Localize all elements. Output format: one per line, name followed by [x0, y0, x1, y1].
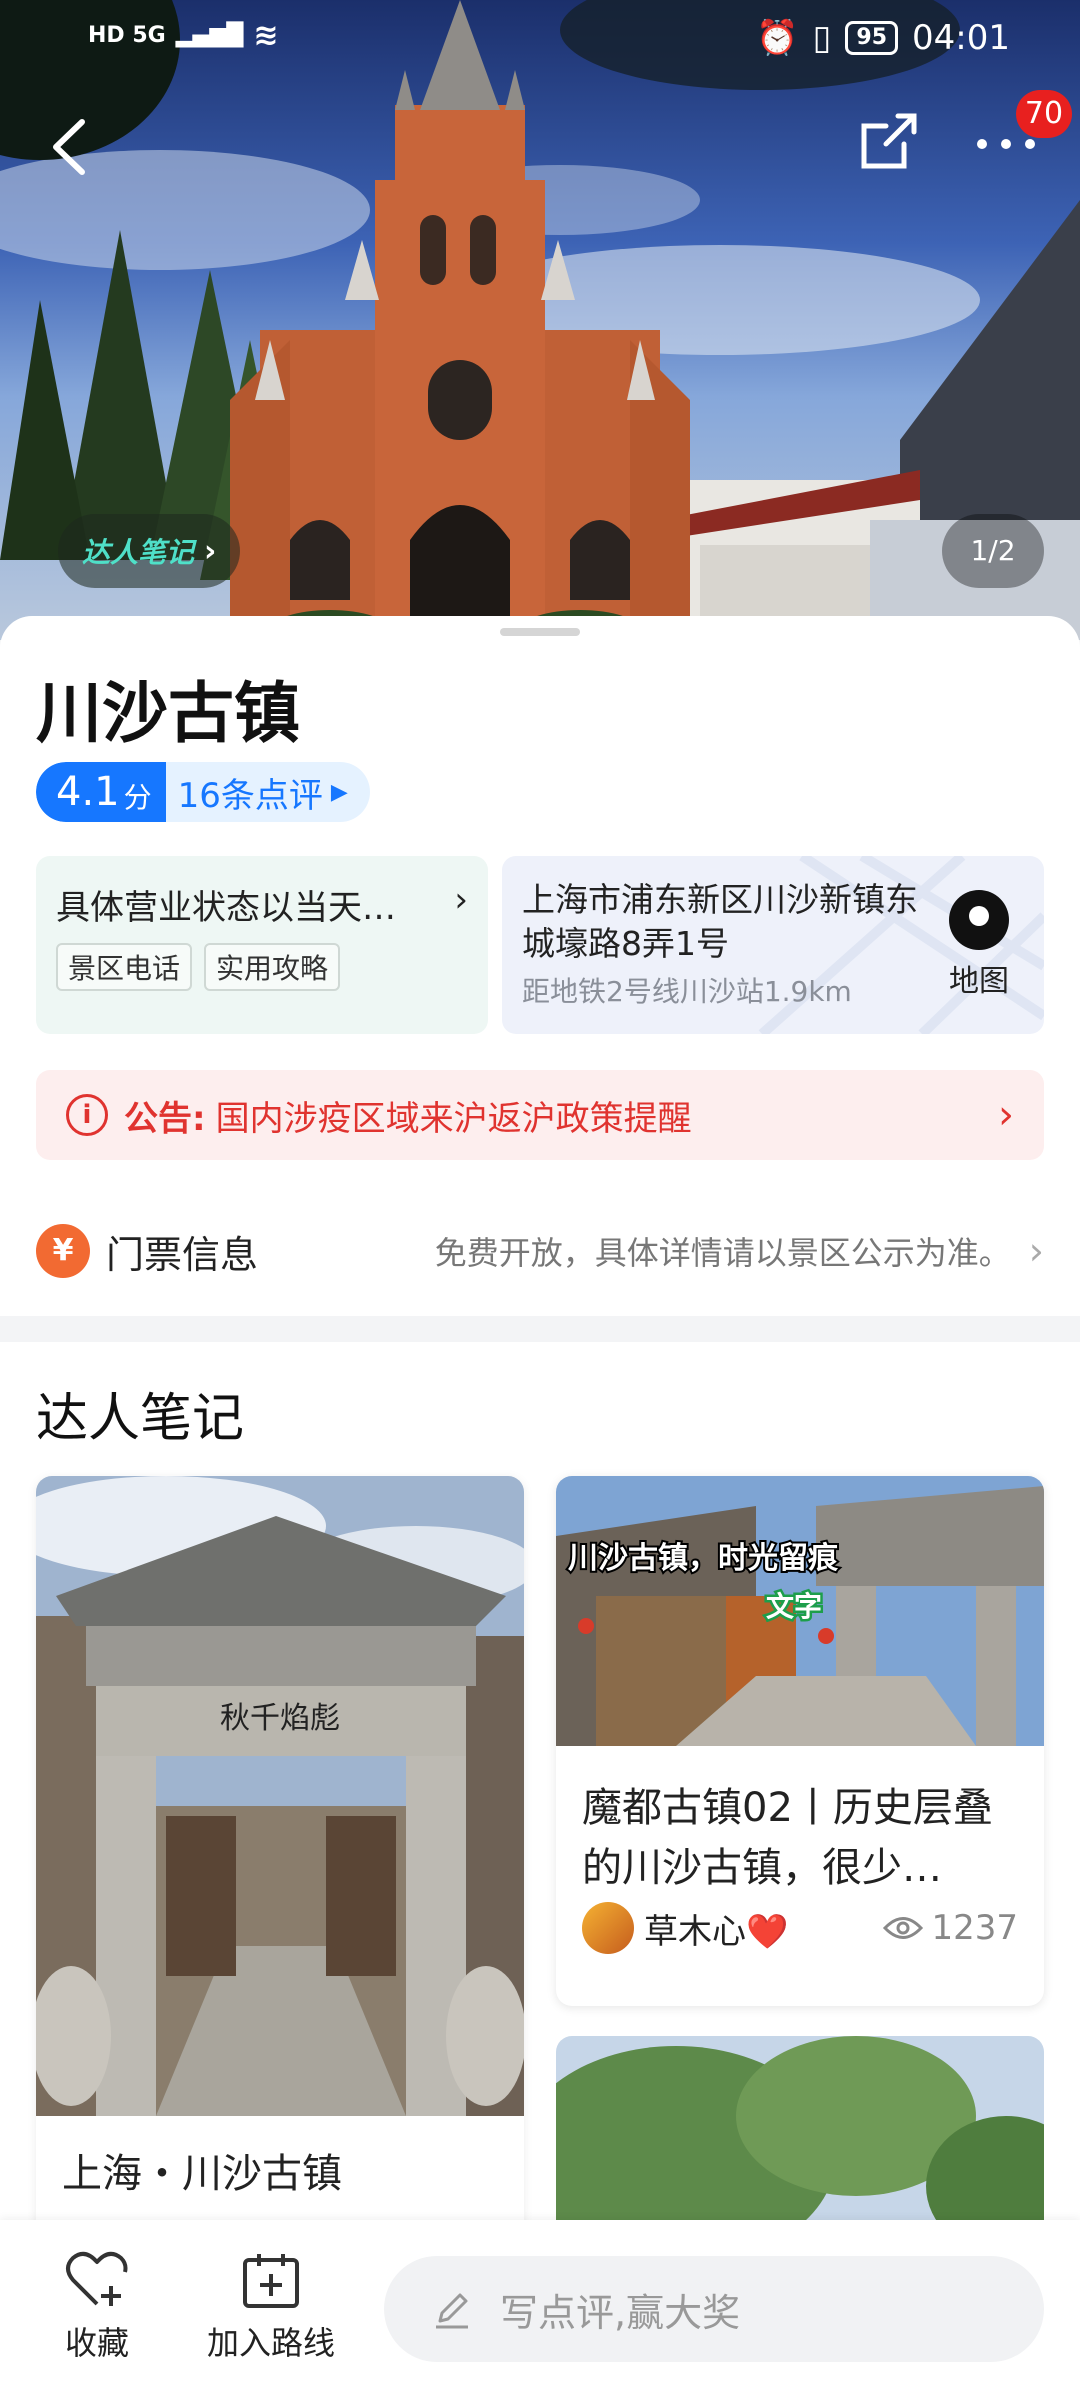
note-caption: 上海・川沙古镇	[62, 2151, 342, 2197]
opening-hours-card[interactable]: 具体营业状态以当天… › 景区电话 实用攻略	[36, 856, 488, 1034]
note-author[interactable]: 草木心❤️	[582, 1902, 788, 1954]
note-photo-street: 川沙古镇，时光留痕 文字	[556, 1476, 1044, 1746]
map-button[interactable]: 地图	[944, 890, 1014, 1000]
chevron-right-icon: ›	[204, 533, 217, 569]
ticket-icon: ¥	[36, 1224, 90, 1278]
rating-badge[interactable]: 4.1 分 16条点评 ▶	[36, 762, 370, 822]
chip-phone[interactable]: 景区电话	[56, 943, 193, 991]
notification-badge: 70	[1016, 90, 1072, 138]
review-count-link[interactable]: 16条点评 ▶	[166, 762, 370, 822]
view-count-value: 1237	[931, 1908, 1018, 1948]
address-card[interactable]: 上海市浦东新区川沙新镇东城壕路8弄1号 距地铁2号线川沙站1.9km 地图	[502, 856, 1044, 1034]
overlay-title: 川沙古镇，时光留痕	[568, 1541, 839, 1576]
eye-icon	[883, 1917, 924, 1939]
share-icon[interactable]	[858, 108, 920, 174]
arch-plaque-text: 秋千焰彪	[220, 1701, 340, 1736]
add-route-label: 加入路线	[206, 2324, 335, 2362]
vibrate-icon: ▯	[812, 18, 832, 58]
pencil-icon	[436, 2293, 468, 2329]
status-bar: HD 5G ▂▄▆█ ≋ ⏰ ▯ 95 04:01	[0, 0, 1080, 80]
review-placeholder: 写点评,赢大奖	[500, 2290, 741, 2335]
battery-indicator: 95	[845, 21, 899, 55]
wifi-icon: ≋	[253, 18, 279, 53]
bottom-action-bar: 收藏 加入路线 写点评,赢大奖	[0, 2220, 1080, 2400]
alarm-icon: ⏰	[756, 18, 799, 58]
note-card[interactable]: 川沙古镇，时光留痕 文字 魔都古镇02丨历史层叠的川沙古镇，很少… 草木心❤️ …	[556, 1476, 1044, 2006]
favorite-label: 收藏	[64, 2324, 129, 2362]
calendar-plus-icon	[243, 2254, 299, 2308]
info-sheet: 川沙古镇 4.1 分 16条点评 ▶ 具体营业状态以当天… › 景区电话 实用攻…	[0, 616, 1080, 1186]
view-count: 1237	[883, 1908, 1018, 1948]
write-review-input[interactable]: 写点评,赢大奖	[384, 2256, 1044, 2362]
overlay-tag: 文字	[766, 1590, 822, 1623]
chip-guide[interactable]: 实用攻略	[204, 943, 341, 991]
ticket-info-row[interactable]: ¥ 门票信息 免费开放，具体详情请以景区公示为准。 ›	[0, 1186, 1080, 1316]
score-value: 4.1	[56, 769, 120, 815]
notes-pill-label: 达人笔记	[82, 536, 195, 569]
network-indicator: HD 5G	[88, 23, 166, 48]
image-pager: 1/2	[942, 514, 1044, 588]
ticket-title: 门票信息	[106, 1232, 259, 1277]
info-icon: i	[66, 1094, 108, 1136]
hero-image[interactable]: HD 5G ▂▄▆█ ≋ ⏰ ▯ 95 04:01 70 达人笔记 › 1/2	[0, 0, 1080, 640]
notes-entry-pill[interactable]: 达人笔记 ›	[58, 514, 241, 588]
score: 4.1 分	[36, 762, 166, 822]
note-caption: 魔都古镇02丨历史层叠的川沙古镇，很少…	[582, 1785, 993, 1891]
add-route-button[interactable]: 加入路线	[196, 2250, 346, 2364]
address-text: 上海市浦东新区川沙新镇东城壕路8弄1号	[522, 880, 918, 963]
avatar	[582, 1902, 634, 1954]
heart-plus-icon	[66, 2251, 128, 2306]
author-name: 草木心❤️	[644, 1911, 789, 1952]
drag-handle[interactable]	[500, 628, 580, 636]
section-title: 达人笔记	[36, 1389, 245, 1449]
clock: 04:01	[912, 18, 1010, 58]
chevron-right-icon: ›	[454, 880, 468, 920]
back-arrow-icon[interactable]	[44, 112, 94, 182]
opening-hours-text: 具体营业状态以当天…	[56, 888, 396, 928]
caret-right-icon: ▶	[330, 779, 348, 805]
chevron-right-icon: ›	[1028, 1229, 1044, 1273]
notice-text: 国内涉疫区域来沪返沪政策提醒	[215, 1098, 692, 1139]
notice-banner[interactable]: i 公告: 国内涉疫区域来沪返沪政策提醒 ›	[36, 1070, 1044, 1160]
review-count: 16条点评	[177, 775, 323, 816]
note-card[interactable]: 秋千焰彪 上海・川沙古镇	[36, 1476, 524, 2276]
ticket-desc: 免费开放，具体详情请以景区公示为准。	[434, 1234, 1011, 1272]
map-label: 地图	[949, 964, 1009, 999]
signal-icon: ▂▄▆█	[175, 23, 244, 48]
score-unit: 分	[123, 781, 152, 814]
page-title: 川沙古镇	[36, 675, 300, 752]
favorite-button[interactable]: 收藏	[42, 2250, 152, 2364]
note-photo-archway: 秋千焰彪	[36, 1476, 524, 2116]
map-pin-icon	[949, 890, 1009, 950]
notice-label: 公告:	[124, 1098, 206, 1139]
chevron-right-icon: ›	[998, 1092, 1014, 1138]
